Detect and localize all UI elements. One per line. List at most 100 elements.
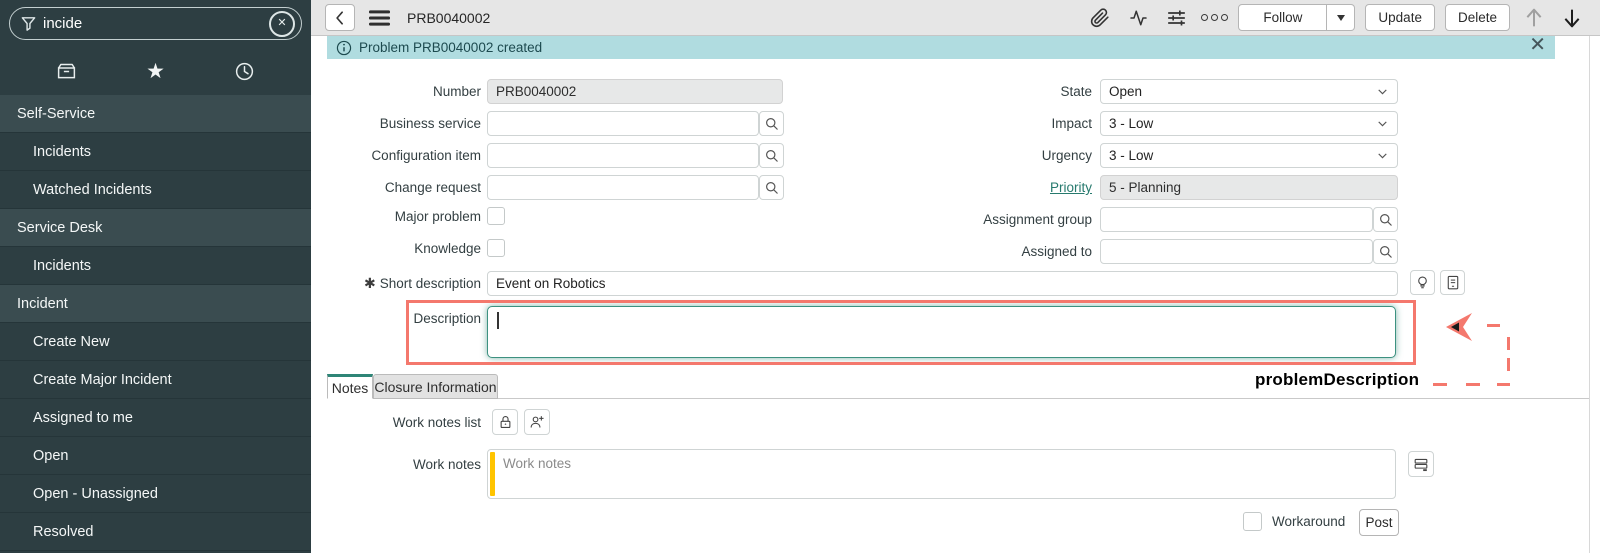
major-problem-label: Major problem	[321, 204, 481, 229]
more-options-icon[interactable]	[1200, 5, 1228, 31]
work-notes-textarea[interactable]	[488, 450, 1395, 498]
annotation-dash	[1507, 358, 1510, 371]
work-notes-field-wrap	[487, 449, 1396, 499]
annotation-label: problemDescription	[1255, 370, 1419, 390]
tab-closure-information[interactable]: Closure Information	[373, 374, 498, 399]
sidebar-header-self-service[interactable]: Self-Service	[0, 95, 311, 133]
history-icon[interactable]	[225, 54, 265, 88]
urgency-select[interactable]: 3 - Low	[1100, 143, 1398, 168]
chevron-down-icon	[1376, 85, 1389, 98]
chevron-down-icon	[1337, 15, 1345, 21]
assignment-group-field[interactable]	[1100, 207, 1373, 232]
sidebar-item-create-major-incident[interactable]: Create Major Incident	[0, 361, 311, 399]
context-menu-icon[interactable]	[365, 5, 393, 31]
suggestion-lightbulb-icon[interactable]	[1410, 270, 1435, 295]
annotation-dash	[1433, 383, 1447, 386]
follow-button[interactable]: Follow	[1238, 4, 1327, 31]
delete-button[interactable]: Delete	[1445, 4, 1510, 31]
major-problem-checkbox[interactable]	[487, 207, 505, 225]
sidebar-header-incident[interactable]: Incident	[0, 285, 311, 323]
attachment-icon[interactable]	[1086, 5, 1114, 31]
change-request-lookup-icon[interactable]	[759, 175, 784, 200]
change-request-label: Change request	[321, 175, 481, 200]
change-request-field[interactable]	[487, 175, 759, 200]
tabs-divider	[327, 398, 1589, 399]
short-description-field[interactable]	[487, 271, 1398, 296]
previous-record-icon[interactable]	[1520, 5, 1548, 31]
update-button[interactable]: Update	[1365, 4, 1435, 31]
activity-stream-icon[interactable]	[1408, 451, 1434, 477]
assignment-group-lookup-icon[interactable]	[1373, 207, 1398, 232]
chevron-down-icon	[1376, 149, 1389, 162]
personalize-form-icon[interactable]	[1162, 5, 1190, 31]
configuration-item-label: Configuration item	[321, 143, 481, 168]
knowledge-checkbox[interactable]	[487, 239, 505, 257]
banner-message: Problem PRB0040002 created	[359, 40, 542, 55]
navigator-filter[interactable]: ✕	[9, 7, 302, 40]
info-banner: Problem PRB0040002 created ✕	[327, 36, 1555, 59]
sidebar-header-service-desk[interactable]: Service Desk	[0, 209, 311, 247]
urgency-label: Urgency	[951, 143, 1092, 168]
problem-form-main: PRB0040002 Follow Update Delete Problem …	[311, 0, 1600, 553]
knowledge-label: Knowledge	[321, 236, 481, 261]
business-service-lookup-icon[interactable]	[759, 111, 784, 136]
number-label: Number	[321, 79, 481, 104]
all-applications-icon[interactable]	[47, 54, 87, 88]
content-right-divider	[1589, 36, 1590, 553]
filter-clear-icon[interactable]: ✕	[269, 11, 295, 37]
sidebar-item-create-new[interactable]: Create New	[0, 323, 311, 361]
favorites-icon[interactable]: ★	[136, 54, 176, 88]
sidebar-item-open-unassigned[interactable]: Open - Unassigned	[0, 475, 311, 513]
work-notes-list-label: Work notes list	[321, 410, 481, 435]
impact-label: Impact	[951, 111, 1092, 136]
configuration-item-field[interactable]	[487, 143, 759, 168]
navigator-tabs: ★	[0, 46, 311, 96]
state-select[interactable]: Open	[1100, 79, 1398, 104]
sidebar-item-incidents-2[interactable]: Incidents	[0, 247, 311, 285]
info-icon	[336, 40, 352, 56]
sidebar-item-incidents[interactable]: Incidents	[0, 133, 311, 171]
assigned-to-label: Assigned to	[951, 239, 1092, 264]
annotation-dash	[1487, 324, 1500, 327]
sidebar-item-open[interactable]: Open	[0, 437, 311, 475]
description-label: Description	[321, 306, 481, 331]
work-notes-label: Work notes	[321, 452, 481, 477]
assignment-group-label: Assignment group	[951, 207, 1092, 232]
sidebar-item-assigned-to-me[interactable]: Assigned to me	[0, 399, 311, 437]
activity-monitor-icon[interactable]	[1124, 5, 1152, 31]
business-service-label: Business service	[321, 111, 481, 136]
configuration-item-lookup-icon[interactable]	[759, 143, 784, 168]
post-button[interactable]: Post	[1359, 509, 1399, 536]
navigator-filter-input[interactable]	[37, 15, 269, 32]
annotation-arrow-icon	[1439, 311, 1475, 343]
sidebar-item-resolved[interactable]: Resolved	[0, 513, 311, 551]
business-service-field[interactable]	[487, 111, 759, 136]
lock-icon[interactable]	[492, 409, 518, 435]
tab-notes[interactable]: Notes	[327, 374, 373, 399]
priority-field[interactable]	[1100, 175, 1398, 200]
annotation-dash	[1497, 383, 1510, 386]
sidebar-item-watched-incidents[interactable]: Watched Incidents	[0, 171, 311, 209]
assigned-to-field[interactable]	[1100, 239, 1373, 264]
priority-label: Priority	[951, 175, 1092, 200]
record-title: PRB0040002	[407, 10, 490, 26]
annotation-dash	[1466, 383, 1480, 386]
banner-close-icon[interactable]: ✕	[1529, 35, 1546, 61]
add-user-icon[interactable]	[524, 409, 550, 435]
number-field[interactable]	[487, 79, 783, 104]
assigned-to-lookup-icon[interactable]	[1373, 239, 1398, 264]
navigator-filter-row: ✕	[0, 0, 311, 46]
workaround-checkbox[interactable]	[1243, 512, 1262, 531]
workaround-label: Workaround	[1272, 514, 1345, 529]
chevron-down-icon	[1376, 117, 1389, 130]
annotation-dash	[1507, 337, 1510, 350]
navigator-menu: Self-Service Incidents Watched Incidents…	[0, 95, 311, 553]
follow-split-button: Follow	[1238, 4, 1355, 31]
state-label: State	[951, 79, 1092, 104]
knowledge-search-icon[interactable]	[1440, 270, 1465, 295]
description-textarea[interactable]	[487, 306, 1396, 358]
next-record-icon[interactable]	[1558, 5, 1586, 31]
impact-select[interactable]: 3 - Low	[1100, 111, 1398, 136]
follow-dropdown-button[interactable]	[1327, 4, 1355, 31]
back-button[interactable]	[325, 4, 355, 31]
